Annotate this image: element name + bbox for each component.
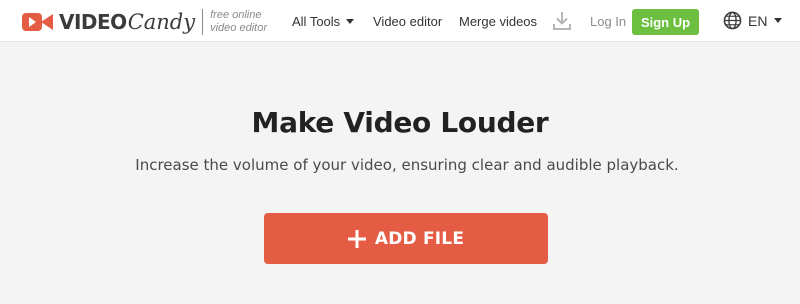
logo-tagline: free online video editor — [210, 9, 267, 35]
site-header: VIDEO Candy free online video editor All… — [0, 0, 800, 42]
nav-all-tools-dropdown[interactable]: All Tools — [292, 14, 355, 29]
logo-tagline-line1: free online — [210, 9, 262, 21]
logo-divider — [202, 9, 204, 35]
nav-merge-videos-link[interactable]: Merge videos — [459, 14, 537, 29]
chevron-down-icon — [346, 19, 355, 24]
chevron-down-icon — [774, 18, 783, 23]
add-file-label: ADD FILE — [374, 228, 465, 249]
video-camera-icon — [22, 13, 53, 31]
logo-tagline-line2: video editor — [210, 22, 267, 34]
signup-button[interactable]: Sign Up — [632, 9, 699, 35]
language-label: EN — [748, 12, 768, 29]
videocandy-logo[interactable]: VIDEO Candy free online video editor — [22, 9, 267, 35]
language-selector[interactable]: EN — [723, 11, 783, 30]
plus-icon — [347, 229, 366, 248]
nav-all-tools-label: All Tools — [292, 14, 341, 29]
login-link[interactable]: Log In — [590, 14, 626, 29]
add-file-button[interactable]: ADD FILE — [264, 213, 548, 264]
page-subtitle: Increase the volume of your video, ensur… — [135, 156, 679, 174]
globe-icon — [723, 11, 742, 30]
logo-word-video: VIDEO — [59, 9, 127, 34]
logo-wordmark: VIDEO Candy — [59, 9, 196, 34]
download-icon[interactable] — [553, 11, 571, 31]
logo-word-candy: Candy — [127, 9, 196, 34]
page-title: Make Video Louder — [251, 106, 549, 139]
nav-video-editor-link[interactable]: Video editor — [373, 14, 442, 29]
